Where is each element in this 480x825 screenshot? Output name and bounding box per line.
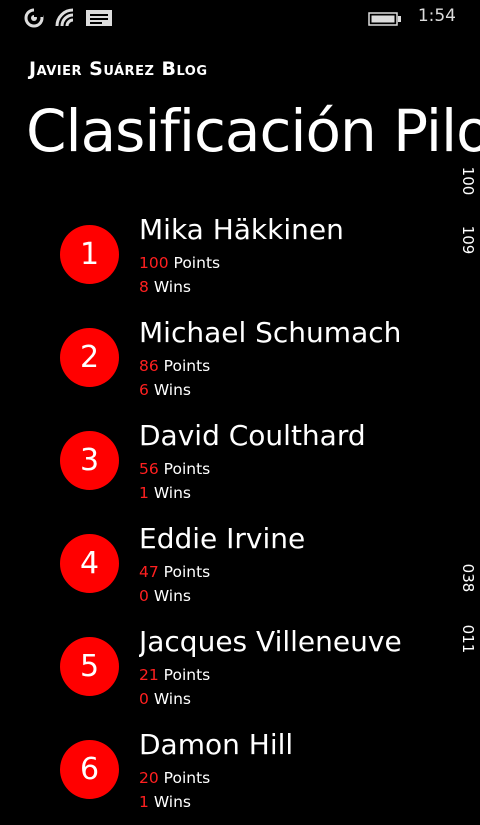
- page-title: Clasificación Pilotos: [26, 97, 480, 165]
- wins-label: Wins: [153, 793, 192, 811]
- wins-value: 1: [139, 793, 149, 811]
- position-badge: 5: [60, 637, 119, 696]
- app-title: Javier Suárez Blog: [29, 58, 208, 80]
- points-value: 86: [139, 357, 159, 375]
- edge-number: 100: [459, 166, 477, 196]
- position-badge: 1: [60, 225, 119, 284]
- wins-value: 0: [139, 587, 149, 605]
- driver-name: Damon Hill: [139, 728, 294, 761]
- wins-line: 1 Wins: [139, 792, 191, 812]
- driver-name: Eddie Irvine: [139, 522, 306, 555]
- points-value: 47: [139, 563, 159, 581]
- driver-row[interactable]: 1 Mika Häkkinen 100 Points 8 Wins: [0, 207, 480, 310]
- status-time: 1:54: [417, 6, 456, 26]
- points-label: Points: [163, 769, 211, 787]
- wins-label: Wins: [153, 484, 192, 502]
- wins-value: 8: [139, 278, 149, 296]
- points-value: 20: [139, 769, 159, 787]
- driver-row[interactable]: 4 Eddie Irvine 47 Points 0 Wins: [0, 516, 480, 619]
- position-badge: 4: [60, 534, 119, 593]
- points-line: 20 Points: [139, 768, 210, 788]
- driver-row[interactable]: 2 Michael Schumacher 86 Points 6 Wins: [0, 310, 480, 413]
- wins-label: Wins: [153, 690, 192, 708]
- edge-number: 109: [459, 225, 477, 255]
- points-value: 21: [139, 666, 159, 684]
- wifi-icon: [55, 8, 74, 27]
- points-label: Points: [173, 254, 221, 272]
- wins-value: 1: [139, 484, 149, 502]
- edge-number: 038: [459, 563, 477, 593]
- wins-label: Wins: [153, 381, 192, 399]
- battery-icon: [368, 12, 401, 26]
- wins-label: Wins: [153, 278, 192, 296]
- position-badge: 2: [60, 328, 119, 387]
- wins-label: Wins: [153, 587, 192, 605]
- points-label: Points: [163, 563, 211, 581]
- points-line: 21 Points: [139, 665, 210, 685]
- position-badge: 6: [60, 740, 119, 799]
- driver-row[interactable]: 5 Jacques Villeneuve 21 Points 0 Wins: [0, 619, 480, 722]
- points-value: 100: [139, 254, 169, 272]
- driver-name: Jacques Villeneuve: [139, 625, 402, 658]
- driver-row[interactable]: 6 Damon Hill 20 Points 1 Wins: [0, 722, 480, 825]
- points-label: Points: [163, 460, 211, 478]
- sync-icon: [24, 8, 44, 28]
- driver-name: Mika Häkkinen: [139, 213, 344, 246]
- edge-number: 011: [459, 624, 477, 654]
- wins-value: 0: [139, 690, 149, 708]
- wins-line: 6 Wins: [139, 380, 191, 400]
- wins-line: 1 Wins: [139, 483, 191, 503]
- points-line: 86 Points: [139, 356, 210, 376]
- wins-line: 0 Wins: [139, 689, 191, 709]
- points-line: 100 Points: [139, 253, 220, 273]
- wins-line: 8 Wins: [139, 277, 191, 297]
- points-label: Points: [163, 357, 211, 375]
- points-value: 56: [139, 460, 159, 478]
- points-label: Points: [163, 666, 211, 684]
- driver-name: David Coulthard: [139, 419, 366, 452]
- wins-value: 6: [139, 381, 149, 399]
- status-bar: 1:54: [0, 0, 480, 36]
- position-badge: 3: [60, 431, 119, 490]
- driver-row[interactable]: 3 David Coulthard 56 Points 1 Wins: [0, 413, 480, 516]
- points-line: 47 Points: [139, 562, 210, 582]
- message-icon: [86, 10, 112, 26]
- driver-name: Michael Schumacher: [139, 316, 402, 349]
- wins-line: 0 Wins: [139, 586, 191, 606]
- points-line: 56 Points: [139, 459, 210, 479]
